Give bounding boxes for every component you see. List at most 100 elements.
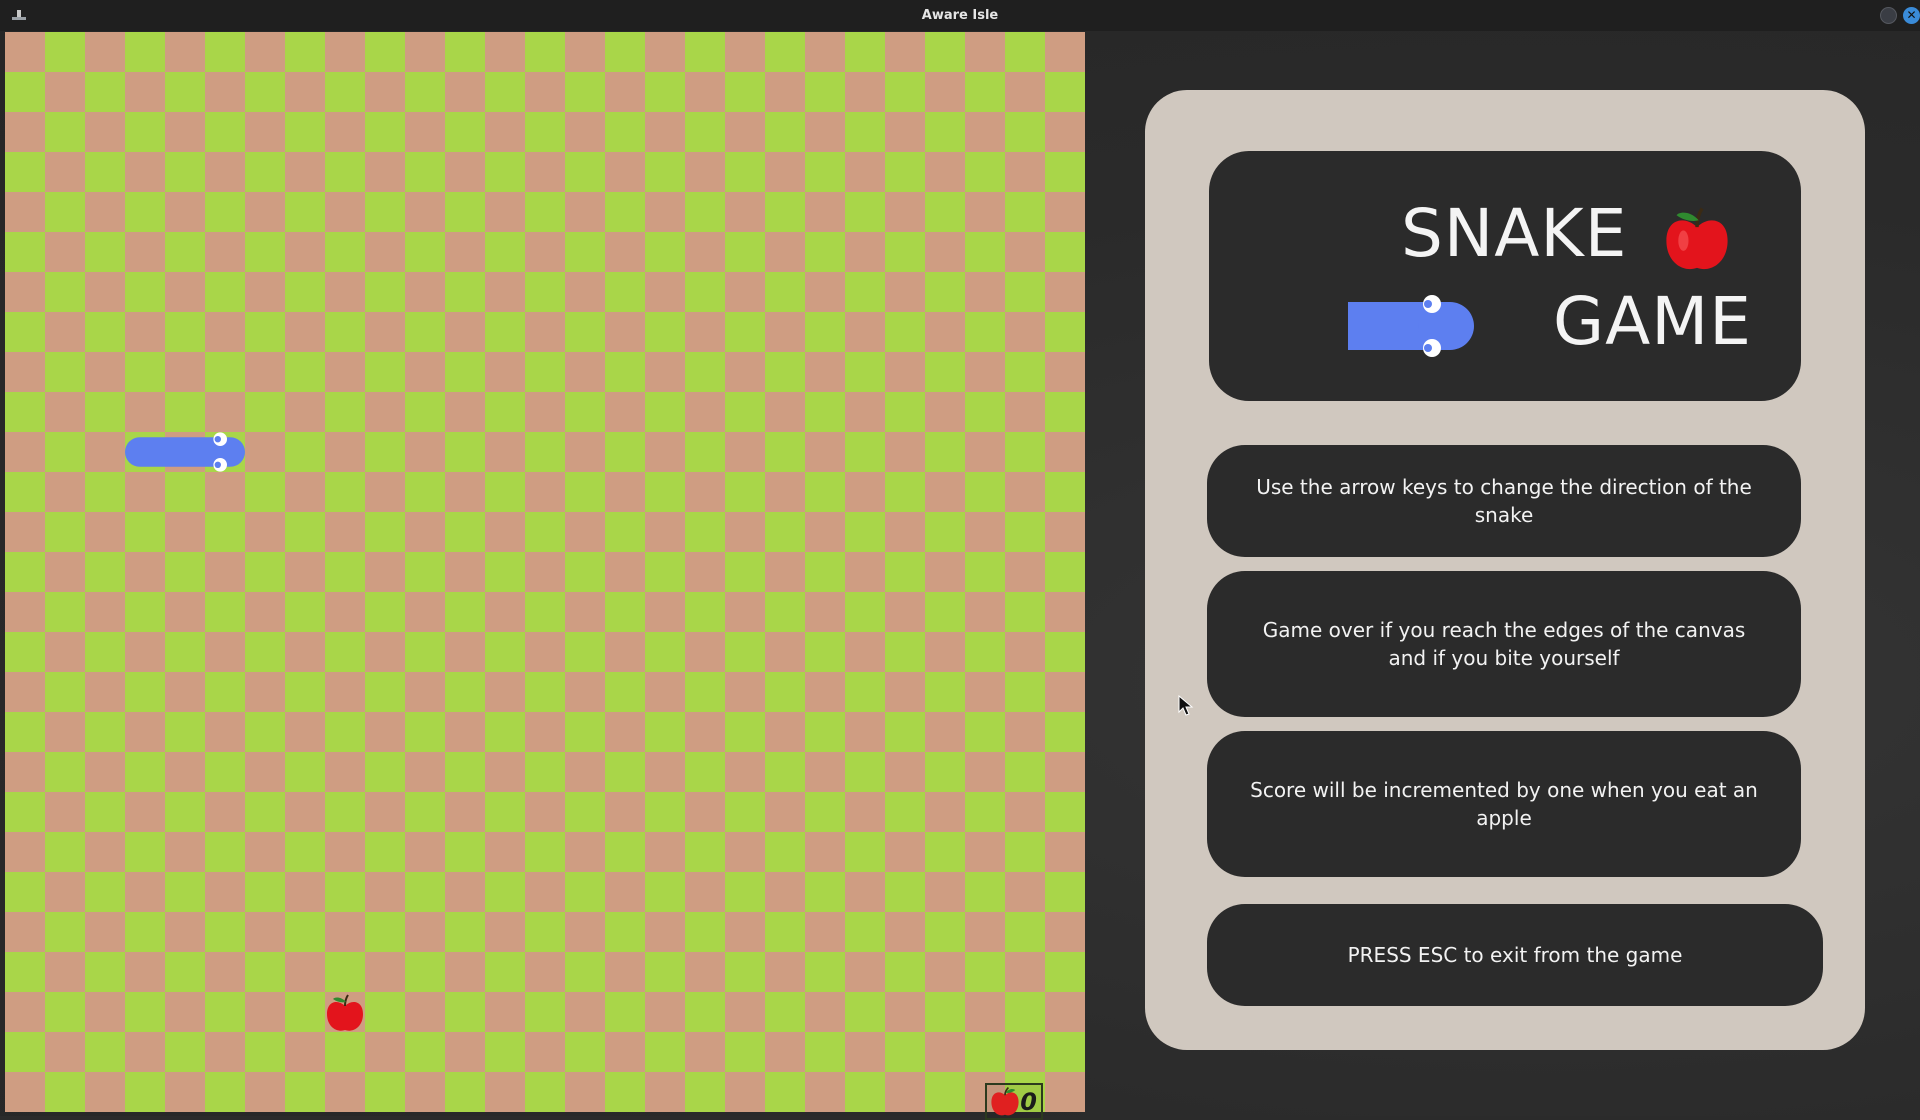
board-cell	[405, 32, 446, 73]
board-cell	[445, 152, 486, 193]
board-cell	[685, 272, 726, 313]
board-cell	[125, 392, 166, 433]
board-cell	[85, 872, 126, 913]
board-cell	[765, 152, 806, 193]
board-cell	[565, 632, 606, 673]
board-cell	[485, 1072, 526, 1112]
board-cell	[845, 72, 886, 113]
board-cell	[765, 112, 806, 153]
board-cell	[125, 152, 166, 193]
board-cell	[725, 112, 766, 153]
board-cell	[805, 952, 846, 993]
exit-hint: PRESS ESC to exit from the game	[1207, 904, 1823, 1006]
board-cell	[325, 952, 366, 993]
board-cell	[765, 232, 806, 273]
board-cell	[885, 392, 926, 433]
board-cell	[405, 592, 446, 633]
board-cell	[885, 112, 926, 153]
board-cell	[885, 632, 926, 673]
board-cell	[765, 752, 806, 793]
board-cell	[565, 592, 606, 633]
close-button[interactable]: ✕	[1903, 7, 1920, 24]
board-cell	[5, 872, 46, 913]
board-cell	[925, 952, 966, 993]
board-cell	[365, 72, 406, 113]
board-cell	[1005, 592, 1046, 633]
board-cell	[725, 32, 766, 73]
board-cell	[85, 472, 126, 513]
board-cell	[285, 792, 326, 833]
board-cell	[245, 392, 286, 433]
board-cell	[605, 32, 646, 73]
board-cell	[685, 792, 726, 833]
board-cell	[85, 72, 126, 113]
board-cell	[925, 672, 966, 713]
board-cell	[925, 112, 966, 153]
board-cell	[325, 552, 366, 593]
board-cell	[525, 712, 566, 753]
board-cell	[45, 392, 86, 433]
board-cell	[805, 152, 846, 193]
board-cell	[525, 512, 566, 553]
board-cell	[445, 752, 486, 793]
board-cell	[205, 272, 246, 313]
board-cell	[965, 712, 1006, 753]
board-cell	[165, 32, 206, 73]
board-cell	[925, 312, 966, 353]
board-cell	[5, 832, 46, 873]
board-cell	[325, 472, 366, 513]
board-cell	[285, 392, 326, 433]
board-cell	[125, 632, 166, 673]
board-cell	[1045, 792, 1085, 833]
board-cell	[245, 712, 286, 753]
board-cell	[685, 552, 726, 593]
board-cell	[45, 432, 86, 473]
board-cell	[845, 352, 886, 393]
board-cell	[765, 32, 806, 73]
board-cell	[205, 752, 246, 793]
board-cell	[1045, 992, 1085, 1033]
board-cell	[1005, 672, 1046, 713]
board-cell	[445, 912, 486, 953]
board-cell	[725, 632, 766, 673]
info-panel: SNAKE GAME Use the arrow keys to change …	[1145, 90, 1865, 1050]
board-cell	[5, 352, 46, 393]
board-cell	[285, 432, 326, 473]
board-cell	[405, 72, 446, 113]
board-cell	[965, 272, 1006, 313]
board-cell	[1045, 592, 1085, 633]
board-cell	[765, 472, 806, 513]
board-cell	[365, 432, 406, 473]
board-cell	[965, 952, 1006, 993]
board-cell	[405, 312, 446, 353]
board-cell	[85, 432, 126, 473]
board-cell	[205, 352, 246, 393]
board-cell	[685, 712, 726, 753]
board-cell	[405, 672, 446, 713]
board-cell	[605, 152, 646, 193]
board-cell	[805, 32, 846, 73]
board-cell	[845, 992, 886, 1033]
board-cell	[405, 632, 446, 673]
board-cell	[805, 912, 846, 953]
board-cell	[325, 792, 366, 833]
board-cell	[765, 712, 806, 753]
board-cell	[485, 592, 526, 633]
board-cell	[85, 112, 126, 153]
board-cell	[605, 952, 646, 993]
board-cell	[245, 312, 286, 353]
board-cell	[125, 312, 166, 353]
board-cell	[325, 512, 366, 553]
board-cell	[405, 992, 446, 1033]
board-cell	[285, 232, 326, 273]
board-cell	[525, 952, 566, 993]
board-cell	[965, 752, 1006, 793]
board-cell	[205, 992, 246, 1033]
board-cell	[5, 472, 46, 513]
board-cell	[1005, 552, 1046, 593]
board-cell	[285, 912, 326, 953]
board-cell	[805, 392, 846, 433]
minimize-button[interactable]	[1880, 7, 1897, 24]
board-cell	[285, 72, 326, 113]
board-cell	[205, 392, 246, 433]
